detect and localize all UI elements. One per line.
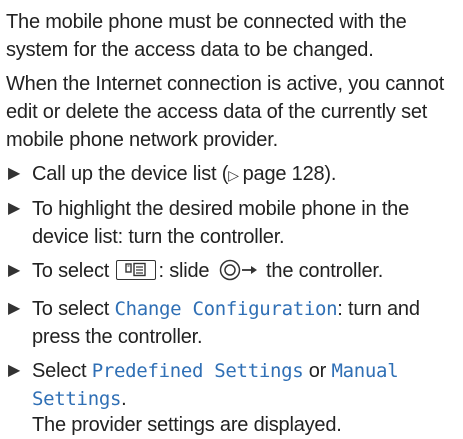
bullet-triangle-icon: ▶	[8, 300, 21, 317]
phone-menu-icon	[116, 260, 157, 280]
bullet-triangle-icon: ▶	[8, 200, 21, 217]
paragraph-connection-note: The mobile phone must be connected with …	[6, 11, 407, 61]
menu-item-predefined-settings: Predefined Settings	[91, 360, 304, 382]
step-change-configuration: ▶ To select Change Configuration: turn a…	[6, 295, 457, 351]
bullet-triangle-icon: ▶	[8, 362, 21, 379]
bullet-triangle-icon: ▶	[8, 262, 21, 279]
controller-slide-right-icon	[219, 259, 259, 289]
step-highlight-phone: ▶ To highlight the desired mobile phone …	[6, 195, 457, 251]
step-call-device-list: ▶ Call up the device list (▷ page 128).	[6, 160, 457, 189]
step-select-settings: ▶ Select Predefined Settings or Manual S…	[6, 357, 457, 439]
reference-arrow-icon: ▷	[228, 167, 239, 183]
bullet-triangle-icon: ▶	[8, 165, 21, 182]
step-select-phone-menu: ▶ To select : slide the controller.	[6, 257, 457, 289]
step-text: Select	[32, 360, 92, 382]
step-result: The provider settings are displayed.	[32, 414, 342, 436]
manual-page: The mobile phone must be connected with …	[0, 0, 463, 436]
instruction-steps: ▶ Call up the device list (▷ page 128). …	[6, 160, 457, 439]
step-text: To select	[32, 260, 115, 282]
step-text: ).	[324, 163, 337, 185]
step-text: .	[121, 388, 127, 410]
step-text: To select	[32, 298, 115, 320]
step-text: : slide	[158, 260, 215, 282]
step-text: To highlight the desired mobile phone in…	[32, 198, 410, 248]
step-text: the controller.	[260, 260, 384, 282]
step-text: or	[303, 360, 332, 382]
menu-item-change-configuration: Change Configuration	[114, 298, 338, 320]
page-reference-link[interactable]: page 128	[243, 163, 325, 185]
step-text: Call up the device list (	[32, 163, 229, 185]
paragraph-internet-note: When the Internet connection is active, …	[6, 73, 445, 151]
